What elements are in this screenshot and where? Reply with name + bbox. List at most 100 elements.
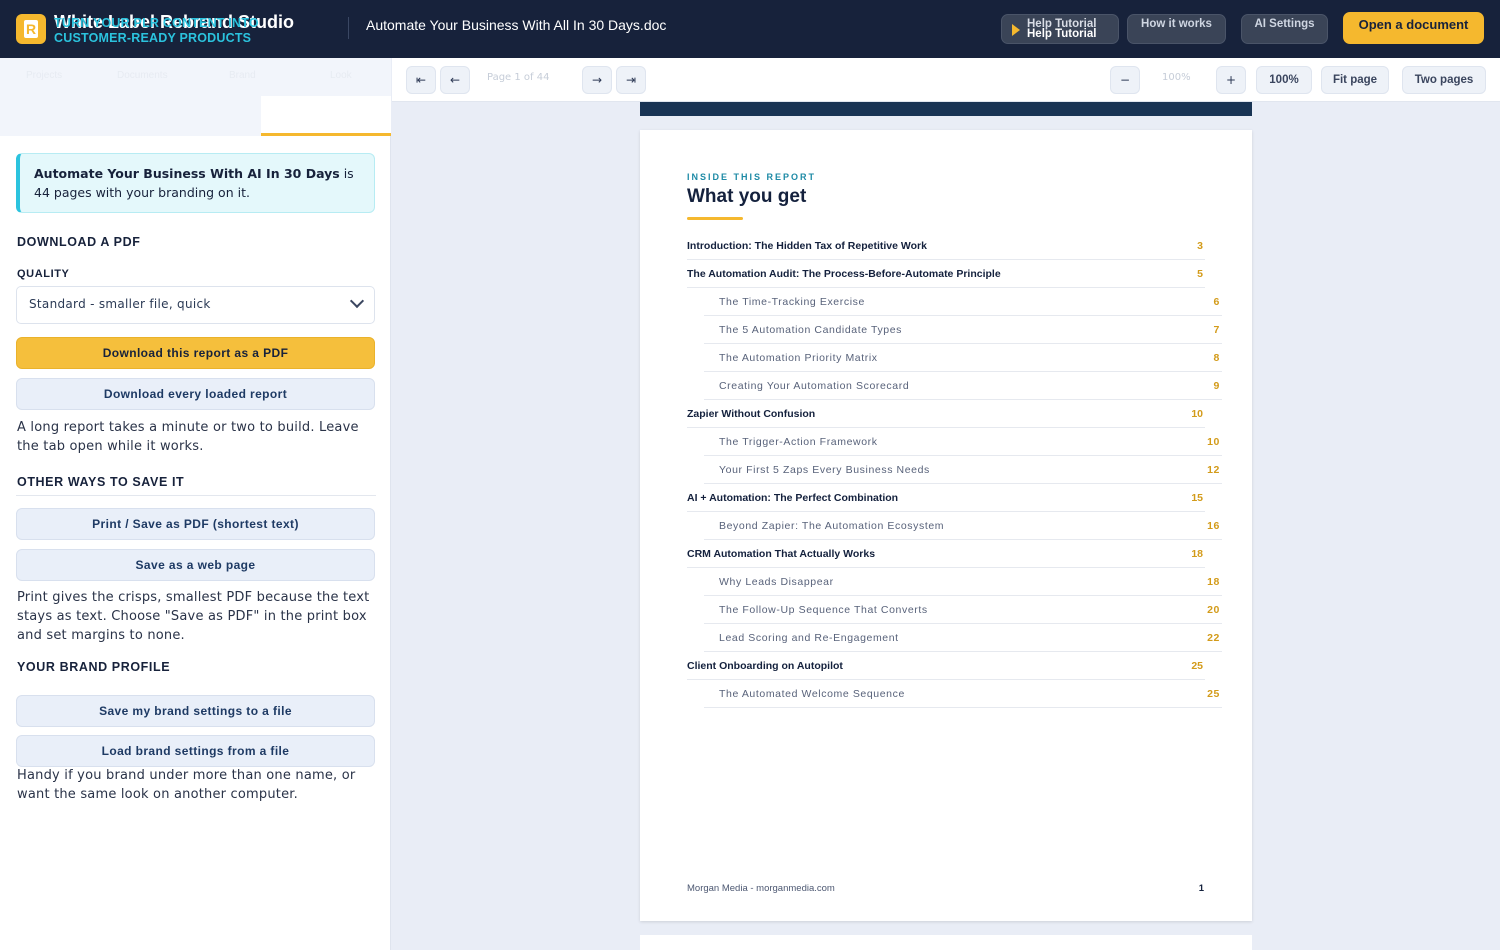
- toc-row[interactable]: The Trigger-Action Framework 10: [704, 428, 1222, 456]
- page-number: 1: [1198, 883, 1204, 894]
- toc-page-number: 22: [1207, 632, 1220, 644]
- top-header: R White Label Rebrand Studio TURN YOUR P…: [0, 0, 1500, 58]
- toc-title: The Time-Tracking Exercise: [719, 296, 865, 308]
- open-document-button[interactable]: Open a document: [1343, 12, 1484, 44]
- toc-title: Your First 5 Zaps Every Business Needs: [719, 464, 930, 476]
- info-document-name: Automate Your Business With AI In 30 Day…: [34, 166, 340, 181]
- ai-settings-button[interactable]: AI Settings: [1241, 14, 1328, 44]
- toc-page-number: 18: [1191, 548, 1203, 560]
- sidebar-tabs: Projects Documents Brand Look: [0, 58, 391, 136]
- load-brand-settings-button[interactable]: Load brand settings from a file: [16, 735, 375, 767]
- toc-title: Creating Your Automation Scorecard: [719, 380, 910, 392]
- zoom-out-button[interactable]: −: [1110, 66, 1140, 94]
- next-page-edge: [640, 935, 1252, 950]
- save-web-page-button[interactable]: Save as a web page: [16, 549, 375, 581]
- toc-page-number: 8: [1213, 352, 1220, 364]
- document-title: Automate Your Business With All In 30 Da…: [366, 17, 667, 33]
- save-brand-settings-button[interactable]: Save my brand settings to a file: [16, 695, 375, 727]
- section-divider: [16, 495, 376, 496]
- brand-note: Handy if you brand under more than one n…: [17, 768, 356, 802]
- print-note: Print gives the crisps, smallest PDF bec…: [17, 590, 370, 643]
- toc-row[interactable]: The Automation Priority Matrix 8: [704, 344, 1222, 372]
- fit-page-button[interactable]: Fit page: [1321, 66, 1389, 94]
- help-tutorial-label-secondary: Help Tutorial: [1027, 28, 1097, 40]
- toc-row[interactable]: The Automation Audit: The Process-Before…: [687, 260, 1205, 288]
- toc-title: Introduction: The Hidden Tax of Repetiti…: [687, 240, 927, 252]
- toc-page-number: 9: [1213, 380, 1220, 392]
- toc-title: Beyond Zapier: The Automation Ecosystem: [719, 520, 945, 532]
- tab-brand[interactable]: Brand: [229, 70, 256, 81]
- download-pdf-button[interactable]: Download this report as a PDF: [16, 337, 375, 369]
- toc-title: The Automation Priority Matrix: [719, 352, 878, 364]
- info-tail: is: [339, 166, 354, 181]
- toc-title: Client Onboarding on Autopilot: [687, 660, 843, 672]
- toc-page-number: 10: [1191, 408, 1203, 420]
- toc-title: The Follow-Up Sequence That Converts: [719, 604, 928, 616]
- toc-page-number: 20: [1207, 604, 1220, 616]
- brand-profile-heading: YOUR BRAND PROFILE: [17, 660, 171, 674]
- toc-row[interactable]: The Automated Welcome Sequence 25: [704, 680, 1222, 708]
- toc-row[interactable]: The Follow-Up Sequence That Converts 20: [704, 596, 1222, 624]
- tab-look[interactable]: Look: [330, 70, 352, 81]
- toc-title: CRM Automation That Actually Works: [687, 548, 876, 560]
- play-icon: [1012, 24, 1020, 36]
- toc-title: The 5 Automation Candidate Types: [719, 324, 903, 336]
- toc-page-number: 25: [1207, 688, 1220, 700]
- print-save-pdf-button[interactable]: Print / Save as PDF (shortest text): [16, 508, 375, 540]
- toc-row[interactable]: Why Leads Disappear 18: [704, 568, 1222, 596]
- table-of-contents: Introduction: The Hidden Tax of Repetiti…: [687, 232, 1222, 708]
- toc-page-number: 7: [1213, 324, 1220, 336]
- download-all-button[interactable]: Download every loaded report: [16, 378, 375, 410]
- download-heading: DOWNLOAD A PDF: [17, 235, 141, 249]
- toc-row[interactable]: Client Onboarding on Autopilot 25: [687, 652, 1205, 680]
- next-page-button[interactable]: →: [582, 66, 612, 94]
- toc-row[interactable]: The 5 Automation Candidate Types 7: [704, 316, 1222, 344]
- tab-projects[interactable]: Projects: [26, 70, 62, 81]
- brand-block: White Label Rebrand Studio TURN YOUR PLR…: [54, 12, 344, 48]
- page-indicator: Page 1 of 44: [487, 72, 550, 83]
- previous-page-button[interactable]: ←: [440, 66, 470, 94]
- toc-row[interactable]: AI + Automation: The Perfect Combination…: [687, 484, 1205, 512]
- toc-row[interactable]: CRM Automation That Actually Works 18: [687, 540, 1205, 568]
- toc-row[interactable]: Creating Your Automation Scorecard 9: [704, 372, 1222, 400]
- quality-label: QUALITY: [17, 268, 70, 280]
- quality-select-value: Standard - smaller file, quick: [29, 297, 211, 311]
- title-underline: [687, 217, 743, 220]
- two-pages-button[interactable]: Two pages: [1402, 66, 1486, 94]
- toc-row[interactable]: The Time-Tracking Exercise 6: [704, 288, 1222, 316]
- toc-row[interactable]: Lead Scoring and Re-Engagement 22: [704, 624, 1222, 652]
- page-footer-brand: Morgan Media - morganmedia.com: [687, 883, 835, 894]
- quality-select[interactable]: Standard - smaller file, quick: [16, 286, 375, 324]
- tab-documents[interactable]: Documents: [117, 70, 168, 81]
- toc-title: Zapier Without Confusion: [687, 408, 816, 420]
- toc-page-number: 25: [1191, 660, 1203, 672]
- toc-row[interactable]: Zapier Without Confusion 10: [687, 400, 1205, 428]
- toc-row[interactable]: Introduction: The Hidden Tax of Repetiti…: [687, 232, 1205, 260]
- how-it-works-button[interactable]: How it works: [1127, 14, 1226, 44]
- toc-page-number: 18: [1207, 576, 1220, 588]
- toc-page-number: 10: [1207, 436, 1220, 448]
- toc-title: The Trigger-Action Framework: [719, 436, 878, 448]
- info-page-count: 44 pages with your branding on it.: [34, 185, 250, 200]
- first-page-button[interactable]: ⇤: [406, 66, 436, 94]
- zoom-level-button[interactable]: 100%: [1256, 66, 1312, 94]
- toc-row[interactable]: Beyond Zapier: The Automation Ecosystem 1…: [704, 512, 1222, 540]
- toc-row[interactable]: Your First 5 Zaps Every Business Needs 12: [704, 456, 1222, 484]
- toc-title: AI + Automation: The Perfect Combination: [687, 492, 899, 504]
- sidebar-panel: Projects Documents Brand Look Automate Y…: [0, 58, 391, 950]
- help-tutorial-button[interactable]: Help Tutorial Help Tutorial: [1001, 14, 1119, 44]
- chevron-down-icon: [349, 293, 365, 309]
- zoom-readout: 100%: [1162, 72, 1191, 83]
- last-page-button[interactable]: ⇥: [616, 66, 646, 94]
- toc-page-number: 5: [1197, 268, 1203, 280]
- toc-page-number: 6: [1213, 296, 1220, 308]
- toc-page-number: 3: [1197, 240, 1203, 252]
- document-info-banner: Automate Your Business With AI In 30 Day…: [16, 153, 375, 213]
- toc-page-number: 16: [1207, 520, 1220, 532]
- zoom-in-button[interactable]: +: [1216, 66, 1246, 94]
- toc-title: The Automation Audit: The Process-Before…: [687, 268, 1001, 280]
- page-title: What you get: [687, 186, 807, 207]
- app-logo-icon: R: [16, 14, 46, 44]
- previous-page-edge: [640, 102, 1252, 116]
- tab-active-indicator[interactable]: [261, 96, 391, 136]
